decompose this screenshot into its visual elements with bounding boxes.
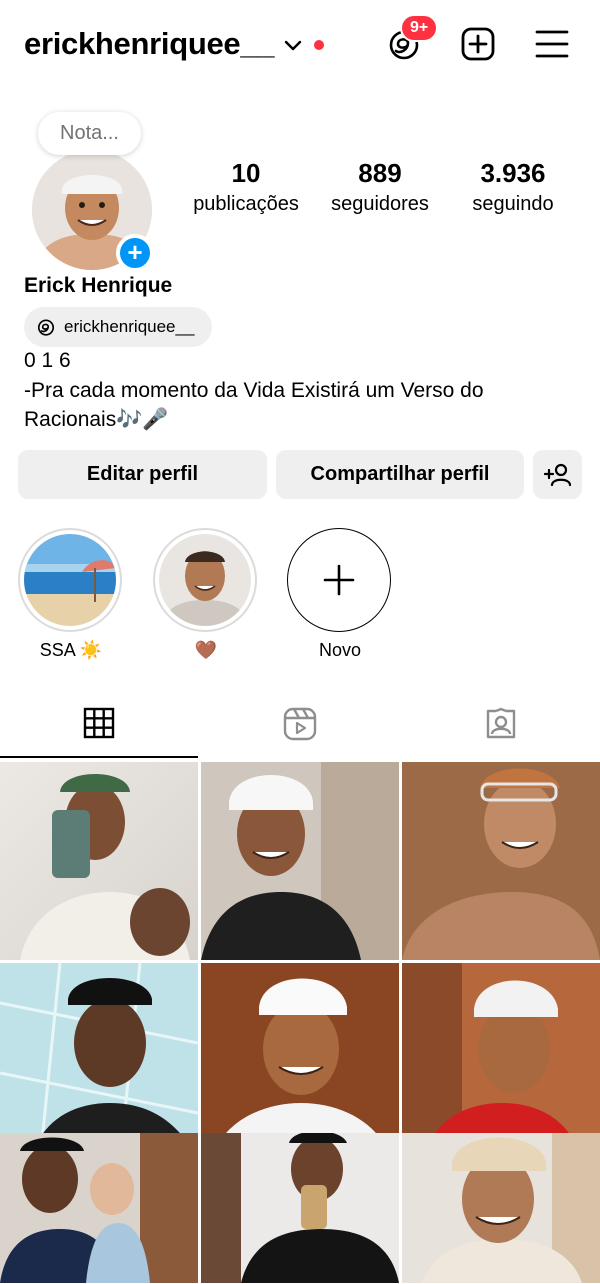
post-thumbnail[interactable]	[402, 963, 600, 1161]
stat-followers-label: seguidores	[331, 193, 429, 215]
share-profile-button[interactable]: Compartilhar perfil	[276, 450, 524, 499]
tab-posts-grid[interactable]	[0, 690, 198, 758]
post-thumbnail[interactable]	[201, 963, 399, 1161]
post-thumbnail[interactable]	[0, 762, 198, 960]
post-thumbnail[interactable]	[402, 1133, 600, 1283]
top-bar: erickhenriquee__ 9+	[0, 0, 600, 92]
tagged-person-icon	[486, 707, 516, 739]
note-placeholder: Nota...	[60, 122, 119, 144]
post-thumbnail[interactable]	[402, 762, 600, 960]
bio: 0 1 6 -Pra cada momento da Vida Existirá…	[24, 346, 584, 435]
profile-stats: 10 publicações 889 seguidores 3.936 segu…	[180, 158, 580, 216]
stat-followers[interactable]: 889 seguidores	[312, 158, 448, 216]
bio-line: Racionais🎶🎤	[24, 408, 169, 431]
post-thumbnail[interactable]	[201, 1133, 399, 1283]
threads-icon	[37, 319, 55, 336]
note-bubble[interactable]: Nota...	[38, 112, 141, 155]
highlight-ring	[18, 528, 122, 632]
post-thumbnail[interactable]	[0, 1133, 198, 1283]
highlight-label: SSA ☀️	[39, 640, 103, 660]
highlight-heart[interactable]: 🤎	[153, 528, 259, 661]
add-person-icon	[543, 463, 571, 486]
stat-following[interactable]: 3.936 seguindo	[448, 158, 578, 216]
highlight-ring	[153, 528, 257, 632]
account-switcher[interactable]: erickhenriquee__	[24, 26, 325, 62]
threads-handle: erickhenriquee__	[64, 317, 195, 336]
stat-following-label: seguindo	[472, 193, 554, 215]
discover-people-button[interactable]	[533, 450, 582, 499]
reels-icon	[283, 707, 317, 741]
profile-tabs	[0, 690, 600, 758]
highlight-new[interactable]: Novo	[287, 528, 393, 661]
grid-icon	[83, 707, 115, 739]
new-highlight-ring	[287, 528, 391, 632]
highlight-cover-selfie	[159, 534, 251, 626]
highlight-label: 🤎	[194, 640, 218, 660]
tab-reels[interactable]	[201, 690, 399, 758]
post-thumbnail[interactable]	[201, 762, 399, 960]
bio-line: -Pra cada momento da Vida Existirá um Ve…	[24, 378, 484, 402]
add-story-button[interactable]: +	[116, 234, 154, 272]
unread-dot	[314, 40, 325, 50]
chevron-down-icon	[285, 40, 302, 51]
edit-profile-button[interactable]: Editar perfil	[18, 450, 267, 499]
plus-icon	[323, 564, 355, 596]
profile-avatar[interactable]: +	[32, 150, 154, 272]
menu-icon[interactable]	[534, 26, 570, 62]
highlight-cover-beach	[24, 534, 116, 626]
highlight-ssa[interactable]: SSA ☀️	[18, 528, 124, 661]
highlight-label: Novo	[318, 640, 362, 660]
stat-posts-value: 10	[231, 158, 261, 188]
stat-followers-value: 889	[358, 158, 402, 188]
tab-tagged[interactable]	[402, 690, 600, 758]
bio-line: 0 1 6	[24, 349, 71, 372]
threads-profile-link[interactable]: erickhenriquee__	[24, 307, 213, 347]
full-name: Erick Henrique	[24, 274, 173, 297]
threads-notification-badge: 9+	[400, 14, 439, 42]
stat-posts[interactable]: 10 publicações	[180, 158, 312, 216]
stat-posts-label: publicações	[193, 193, 299, 215]
username: erickhenriquee__	[24, 26, 275, 61]
create-post-icon[interactable]	[460, 26, 496, 62]
post-thumbnail[interactable]	[0, 963, 198, 1161]
stat-following-value: 3.936	[480, 158, 546, 188]
